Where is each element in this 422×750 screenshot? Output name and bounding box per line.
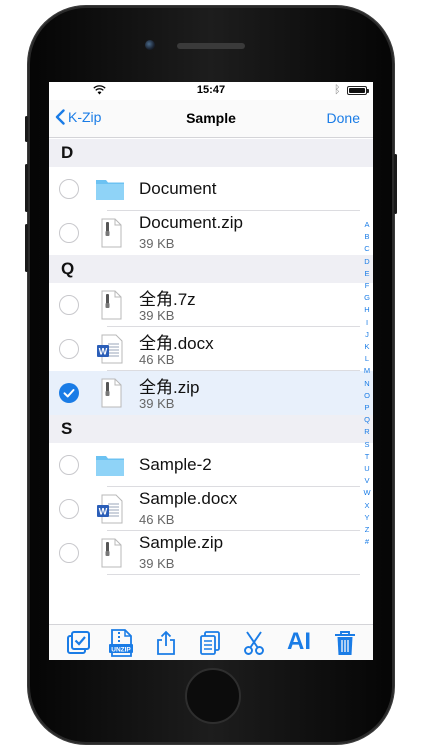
index-letter[interactable]: K — [364, 341, 369, 353]
status-bar: 15:47 ᛒ — [49, 82, 373, 100]
row-divider — [107, 574, 360, 575]
svg-text:W: W — [99, 347, 108, 357]
section-index-bar[interactable]: A B C D E F G H I J K L M N O P Q R S T U V W X Y Z # — [362, 219, 372, 548]
index-letter[interactable]: Q — [364, 414, 370, 426]
section-header: D — [49, 139, 373, 167]
file-row[interactable]: W 全角.docx 46 KB — [49, 327, 373, 371]
index-letter[interactable]: E — [364, 268, 369, 280]
file-size: 46 KB — [139, 512, 175, 527]
trash-icon[interactable] — [332, 630, 358, 656]
folder-icon — [96, 456, 124, 476]
file-name: Sample.docx — [139, 489, 238, 508]
index-letter[interactable]: C — [364, 243, 369, 255]
home-button[interactable] — [185, 668, 241, 724]
word-document-icon: W — [97, 494, 123, 524]
file-row[interactable]: 全角.zip 39 KB — [49, 371, 373, 415]
page-title: Sample — [186, 110, 236, 126]
earpiece-speaker — [177, 43, 245, 49]
power-button — [394, 154, 397, 214]
selection-radio[interactable] — [59, 295, 79, 315]
select-all-icon[interactable] — [65, 630, 91, 656]
folder-name: Document — [139, 179, 217, 198]
index-letter[interactable]: I — [366, 317, 368, 329]
index-letter[interactable]: W — [363, 487, 370, 499]
file-row[interactable]: Sample-2 — [49, 443, 373, 487]
index-letter[interactable]: R — [364, 426, 369, 438]
index-letter[interactable]: B — [364, 231, 369, 243]
folder-name: Sample-2 — [139, 455, 212, 474]
file-row[interactable]: W Sample.docx 46 KB — [49, 487, 373, 531]
index-letter[interactable]: T — [365, 451, 370, 463]
svg-text:W: W — [99, 507, 108, 517]
bluetooth-icon: ᛒ — [334, 84, 341, 96]
done-button[interactable]: Done — [327, 110, 360, 126]
index-letter[interactable]: D — [364, 256, 369, 268]
navigation-bar: K-Zip Sample Done — [49, 100, 373, 138]
index-letter[interactable]: U — [364, 463, 369, 475]
selection-radio[interactable] — [59, 499, 79, 519]
selection-radio[interactable] — [59, 455, 79, 475]
rename-label: AI — [287, 628, 311, 655]
file-row[interactable]: 全角.7z 39 KB — [49, 283, 373, 327]
zip-file-icon — [101, 290, 122, 320]
mute-switch — [25, 116, 28, 142]
checkmark-icon[interactable] — [59, 383, 79, 403]
file-name: 全角.7z — [139, 290, 196, 309]
selection-radio[interactable] — [59, 179, 79, 199]
file-row[interactable]: Sample.zip 39 KB — [49, 531, 373, 575]
cut-icon[interactable] — [241, 630, 267, 656]
index-letter[interactable]: Z — [365, 524, 370, 536]
bottom-toolbar: UNZIP AI — [49, 624, 373, 660]
selection-radio[interactable] — [59, 339, 79, 359]
volume-up-button — [25, 164, 28, 212]
index-letter[interactable]: S — [364, 439, 369, 451]
unzip-icon[interactable]: UNZIP — [107, 628, 135, 658]
index-letter[interactable]: F — [365, 280, 370, 292]
section-header: S — [49, 415, 373, 443]
zip-file-icon — [101, 218, 122, 248]
index-letter[interactable]: P — [364, 402, 369, 414]
battery-icon — [347, 86, 369, 95]
file-list: D Document Document.zip 39 KB Q 全角.7z 39 KB W 全角… — [49, 139, 373, 623]
section-header: Q — [49, 255, 373, 283]
unzip-label: UNZIP — [111, 646, 131, 653]
file-size: 39 KB — [139, 236, 175, 251]
index-letter[interactable]: X — [364, 500, 369, 512]
file-name: Document.zip — [139, 213, 243, 232]
index-letter[interactable]: N — [364, 378, 369, 390]
index-letter[interactable]: Y — [364, 512, 369, 524]
index-letter[interactable]: G — [364, 292, 370, 304]
file-size: 39 KB — [139, 556, 175, 571]
file-row[interactable]: Document.zip 39 KB — [49, 211, 373, 255]
index-letter[interactable]: A — [364, 219, 369, 231]
selection-radio[interactable] — [59, 223, 79, 243]
index-letter[interactable]: L — [365, 353, 369, 365]
app-screen: 15:47 ᛒ K-Zip Sample Done D Document Docum… — [49, 82, 373, 660]
volume-down-button — [25, 224, 28, 272]
file-name: 全角.zip — [139, 378, 200, 397]
file-row[interactable]: Document — [49, 167, 373, 211]
file-name: Sample.zip — [139, 533, 224, 552]
share-icon[interactable] — [153, 630, 179, 656]
selection-radio[interactable] — [59, 543, 79, 563]
file-size: 46 KB — [139, 352, 175, 367]
index-letter[interactable]: O — [364, 390, 370, 402]
zip-file-icon — [101, 538, 122, 568]
status-time: 15:47 — [196, 84, 226, 96]
file-name: 全角.docx — [139, 334, 214, 353]
word-document-icon: W — [97, 334, 123, 364]
front-camera — [145, 40, 155, 50]
index-letter[interactable]: M — [364, 365, 370, 377]
rename-icon[interactable]: AI — [285, 627, 313, 657]
zip-file-icon — [101, 378, 122, 408]
index-letter[interactable]: J — [365, 329, 369, 341]
index-letter[interactable]: # — [365, 536, 369, 548]
file-size: 39 KB — [139, 308, 175, 323]
index-letter[interactable]: H — [364, 304, 369, 316]
file-size: 39 KB — [139, 396, 175, 411]
index-letter[interactable]: V — [364, 475, 369, 487]
folder-icon — [96, 180, 124, 200]
copy-icon[interactable] — [197, 630, 223, 656]
